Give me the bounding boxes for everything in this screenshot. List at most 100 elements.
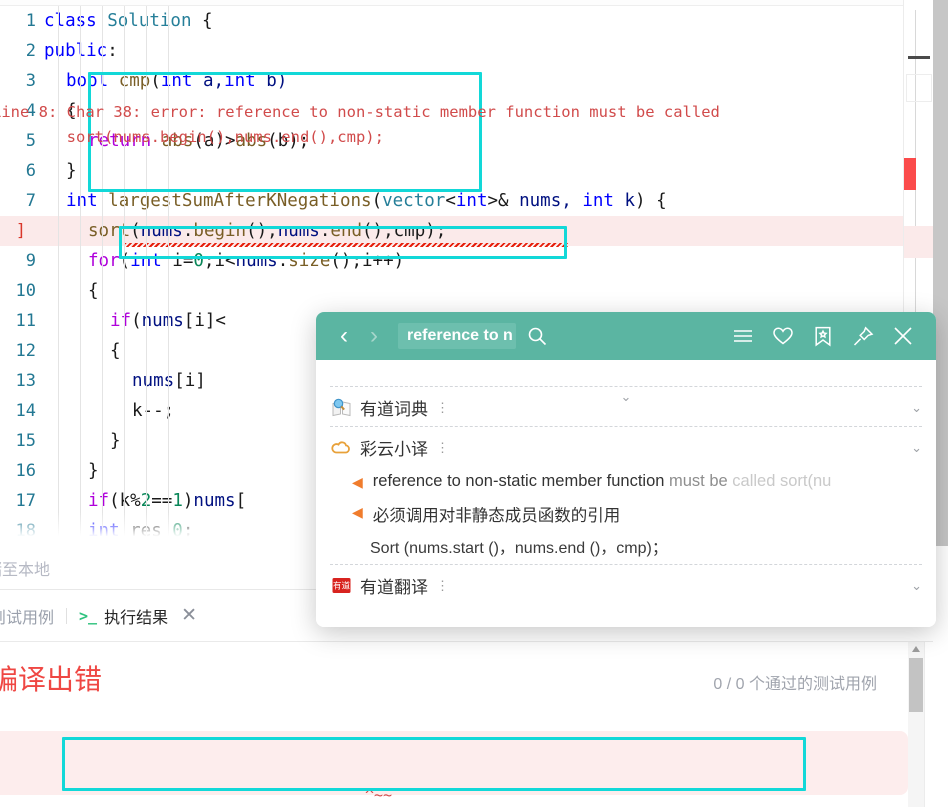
close-icon[interactable]: [884, 319, 922, 353]
error-line-1: Line 8: Char 38: error: reference to non…: [0, 103, 720, 121]
code-token: );: [425, 221, 447, 241]
code-token: .: [277, 251, 289, 271]
source-collapse-icon[interactable]: ⌄: [911, 440, 922, 456]
scroll-up-arrow-icon[interactable]: [912, 646, 920, 652]
code-token: :: [107, 41, 118, 61]
line-number: 11: [15, 311, 36, 331]
tab-execution-result-label: 执行结果: [104, 609, 169, 627]
result-right-edge: [924, 642, 948, 807]
tab-execution-result[interactable]: >_ 执行结果 ✕: [67, 590, 209, 641]
code-token: <: [445, 191, 456, 211]
code-token: int: [66, 191, 98, 211]
youdao-dict-icon: [330, 397, 352, 419]
code-token: [: [235, 491, 247, 511]
indent-guide: [168, 6, 169, 546]
source-row-caiyun[interactable]: 彩云小译 ⋮ ⌄: [330, 426, 922, 466]
line-number: 3: [25, 71, 36, 91]
code-token: b): [255, 71, 288, 91]
line-number: 9: [25, 251, 36, 271]
code-text: }: [66, 156, 77, 186]
code-token: ;: [182, 521, 194, 541]
source-collapse-icon[interactable]: ⌄: [911, 578, 922, 594]
heart-icon[interactable]: [764, 319, 802, 353]
code-token: Solution: [107, 11, 192, 31]
code-token: int: [455, 191, 488, 211]
code-token: cmp: [393, 221, 426, 241]
compile-error-title: 编译出错: [0, 664, 103, 695]
source-row-youdao-dict[interactable]: 有道词典 ⋮ ⌄: [330, 386, 922, 426]
code-token: (),: [362, 221, 394, 241]
source-options-icon[interactable]: ⋮: [436, 579, 449, 592]
youdao-translation-popup[interactable]: ‹ › reference to n ⌄ 有道词典 ⋮ ⌄ 彩云小译 ⋮ ⌄ ◀…: [316, 312, 936, 627]
source-options-icon[interactable]: ⋮: [436, 401, 449, 414]
code-line[interactable]: 6}: [0, 156, 903, 186]
code-token: 0: [193, 251, 204, 271]
line-number: 13: [15, 371, 36, 391]
code-token: if: [88, 491, 110, 511]
code-token: ();i++): [330, 251, 405, 271]
source-name: 有道翻译: [360, 578, 428, 597]
execution-result-panel: 编译出错 0 / 0 个通过的测试用例: [0, 642, 933, 807]
code-token: [i]<: [183, 311, 226, 331]
line-number: 7: [25, 191, 36, 211]
code-line[interactable]: 9 for(int i=0;i<nums.size();i++): [0, 246, 903, 276]
back-icon[interactable]: ‹: [330, 322, 358, 350]
source-row-youdao-translate[interactable]: 有道 有道翻译 ⋮ ⌄: [330, 564, 922, 604]
close-icon[interactable]: ✕: [181, 606, 197, 625]
translation-source-line: ◀ reference to non-static member functio…: [330, 466, 922, 496]
code-token: ;i<: [203, 251, 236, 271]
code-token: class: [44, 11, 108, 31]
menu-icon[interactable]: [724, 319, 762, 353]
minimap-error-marker[interactable]: [904, 158, 916, 190]
speaker-icon[interactable]: ◀: [352, 502, 363, 522]
code-token: 0: [172, 521, 183, 541]
code-line[interactable]: 1 class Solution {: [0, 6, 903, 36]
code-line[interactable]: 3 bool cmp(int a,int b): [0, 66, 903, 96]
popup-body: ⌄ 有道词典 ⋮ ⌄ 彩云小译 ⋮ ⌄ ◀ reference to non-s…: [316, 386, 936, 627]
source-options-icon[interactable]: ⋮: [436, 441, 449, 454]
code-token: k%: [119, 491, 141, 511]
popup-header: ‹ › reference to n: [316, 312, 936, 360]
line-number: 6: [25, 161, 36, 181]
bookmark-icon[interactable]: [804, 319, 842, 353]
code-line[interactable]: 10 {: [0, 276, 903, 306]
line-number: 16: [15, 461, 36, 481]
code-text: }: [110, 426, 121, 456]
save-to-local-label[interactable]: 储至本地: [0, 556, 50, 580]
tab-testcase-label: 则试用例: [0, 609, 55, 627]
result-scrollbar[interactable]: [908, 642, 924, 807]
error-line-2: sort(nums.begin(),nums.end(),cmp);: [0, 128, 384, 146]
code-token: (),: [246, 221, 278, 241]
result-scrollbar-thumb[interactable]: [909, 658, 923, 712]
indent-guide: [146, 6, 147, 546]
code-token: int: [160, 71, 193, 91]
code-token: (: [150, 71, 161, 91]
code-token: int: [582, 191, 614, 211]
pin-icon[interactable]: [844, 319, 882, 353]
code-token: i=: [161, 251, 194, 271]
tab-testcase[interactable]: 则试用例: [0, 590, 66, 641]
line-number: 12: [15, 341, 36, 361]
code-token: public: [44, 41, 108, 61]
code-token: (: [109, 491, 120, 511]
code-token: 1: [172, 491, 183, 511]
code-text: {: [110, 336, 121, 366]
speaker-icon[interactable]: ◀: [352, 472, 363, 492]
indent-guide: [102, 6, 103, 546]
code-token: [i]: [174, 371, 206, 391]
line-number: 17: [15, 491, 36, 511]
minimap-error-band: [904, 226, 934, 258]
code-token: >&: [487, 191, 509, 211]
source-collapse-icon[interactable]: ⌄: [911, 400, 922, 416]
source-text-fade2: called sort(nu: [732, 472, 832, 490]
code-token: }: [110, 431, 121, 451]
code-line[interactable]: 7 int largestSumAfterKNegations(vector<in…: [0, 186, 903, 216]
code-line[interactable]: 2 public:: [0, 36, 903, 66]
minimap-viewport-box: [906, 74, 932, 102]
search-icon[interactable]: [518, 319, 556, 353]
forward-icon[interactable]: ›: [360, 322, 388, 350]
search-input[interactable]: reference to n: [398, 323, 516, 349]
code-token: nums: [141, 311, 184, 331]
code-text: int largestSumAfterKNegations(vector<int…: [66, 186, 667, 216]
code-line[interactable]: ] sort(nums.begin(),nums.end(),cmp);: [0, 216, 903, 247]
